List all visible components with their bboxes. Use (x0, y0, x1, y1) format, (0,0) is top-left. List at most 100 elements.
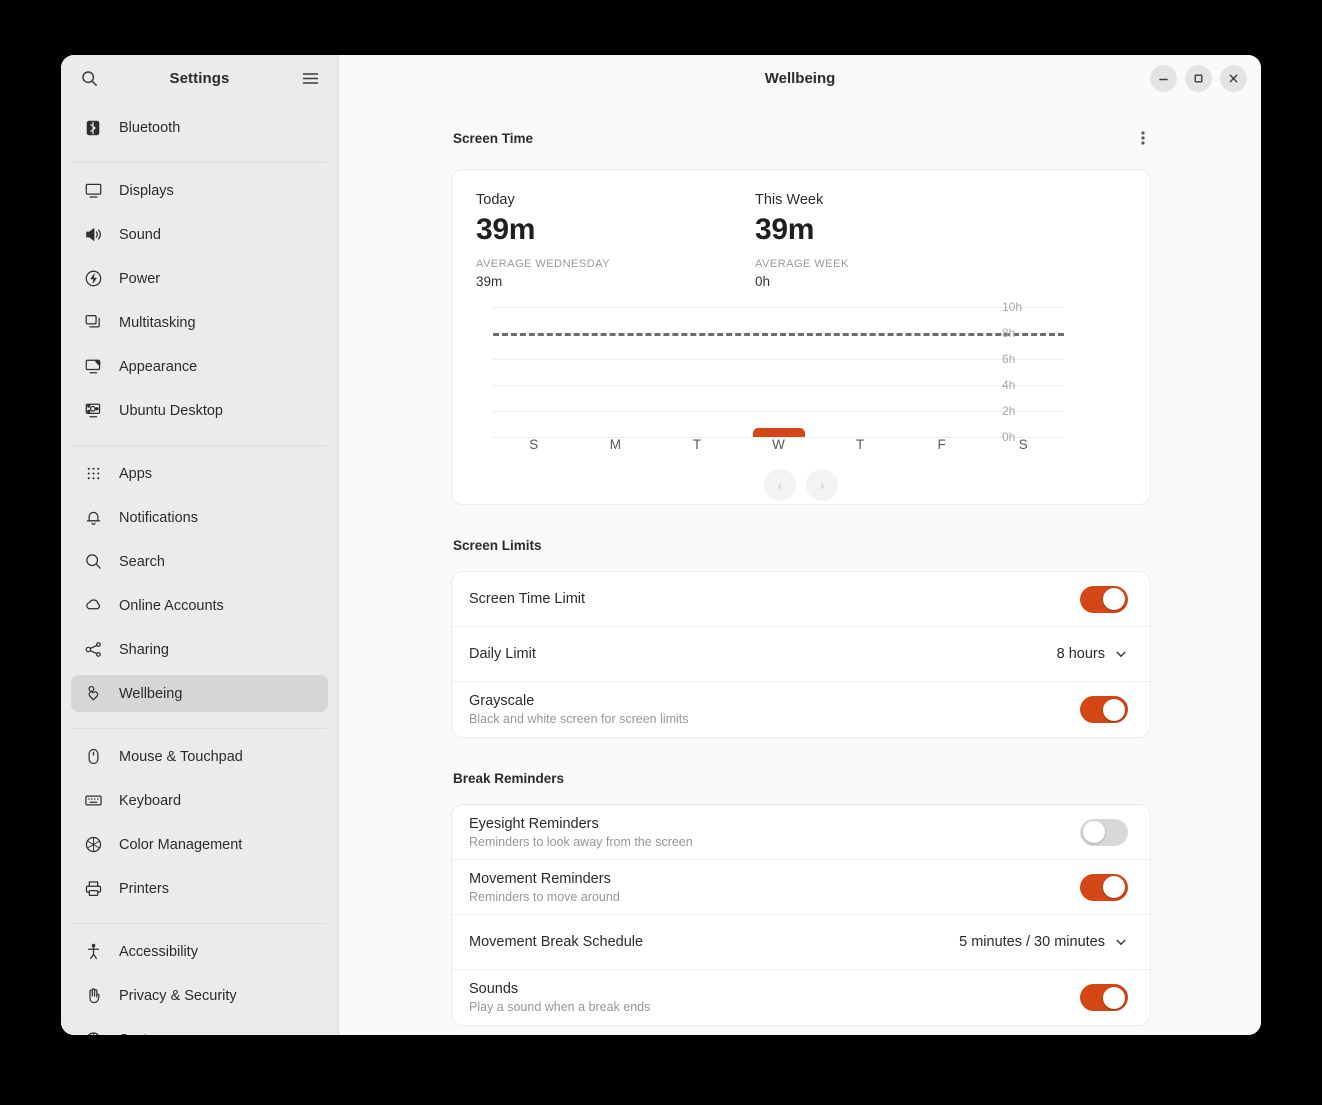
stat-week-value: 39m (755, 213, 815, 246)
chart-bar-cell[interactable] (575, 307, 657, 437)
hamburger-menu-icon[interactable] (299, 68, 321, 90)
dropdown-button[interactable]: 8 hours (1057, 646, 1128, 662)
chart-x-tick-label: M (609, 437, 621, 452)
sidebar-item-color-management[interactable]: Color Management (71, 826, 328, 863)
settings-row-sounds[interactable]: Sounds Play a sound when a break ends (452, 970, 1150, 1025)
sidebar-item-label: Apps (119, 465, 153, 482)
sidebar-group: Bluetooth (71, 106, 328, 156)
screen-limits-title: Screen Limits (453, 538, 542, 553)
settings-row-eyesight-reminders[interactable]: Eyesight Reminders Reminders to look away… (452, 805, 1150, 860)
settings-row-screen-time-limit[interactable]: Screen Time Limit (452, 572, 1150, 627)
minimize-icon[interactable] (1150, 65, 1177, 92)
row-subtitle: Reminders to look away from the screen (469, 834, 693, 849)
chart-navigation: ‹ › (476, 469, 1126, 501)
sidebar-item-label: Notifications (119, 509, 198, 526)
sidebar-item-search[interactable]: Search (71, 543, 328, 580)
sidebar-item-label: Privacy & Security (119, 987, 237, 1004)
sidebar-item-power[interactable]: Power (71, 260, 328, 297)
settings-window: Settings Bluetooth Displays Sound Power Mult… (61, 55, 1261, 1035)
sidebar-item-multitasking[interactable]: Multitasking (71, 304, 328, 341)
settings-row-movement-reminders[interactable]: Movement Reminders Reminders to move arou… (452, 860, 1150, 915)
chevron-left-icon[interactable]: ‹ (764, 469, 796, 501)
settings-row-movement-break-schedule[interactable]: Movement Break Schedule 5 minutes / 30 mi… (452, 915, 1150, 970)
sidebar-item-label: System (119, 1032, 167, 1036)
kebab-menu-icon[interactable] (1131, 126, 1155, 150)
chart-bar-cell[interactable] (819, 307, 901, 437)
sidebar-item-label: Multitasking (119, 314, 196, 331)
sidebar-item-accessibility[interactable]: Accessibility (71, 933, 328, 970)
sidebar-item-label: Color Management (119, 836, 243, 853)
sidebar-item-mouse-touchpad[interactable]: Mouse & Touchpad (71, 738, 328, 775)
chart-bar-cell[interactable] (656, 307, 738, 437)
settings-row-daily-limit[interactable]: Daily Limit 8 hours (452, 627, 1150, 682)
screen-limits-section-header: Screen Limits (451, 538, 1151, 553)
sidebar-item-bluetooth[interactable]: Bluetooth (71, 109, 328, 146)
sidebar-item-notifications[interactable]: Notifications (71, 499, 328, 536)
sidebar-item-displays[interactable]: Displays (71, 172, 328, 209)
bell-icon (83, 508, 103, 528)
sidebar-item-keyboard[interactable]: Keyboard (71, 782, 328, 819)
chart-x-tick-label: T (855, 437, 865, 452)
search-icon (83, 552, 103, 572)
sidebar-divider (73, 728, 326, 729)
settings-row-grayscale[interactable]: Grayscale Black and white screen for scre… (452, 682, 1150, 737)
stat-week-average-label: AVERAGE WEEK (755, 258, 849, 270)
wellbeing-heart-icon (83, 684, 103, 704)
sidebar-item-label: Keyboard (119, 792, 182, 809)
sidebar-item-online-accounts[interactable]: Online Accounts (71, 587, 328, 624)
sidebar-header: Settings (61, 55, 338, 102)
sidebar-item-sharing[interactable]: Sharing (71, 631, 328, 668)
main-area: Wellbeing Screen Time Today 39m AVERAGE … (339, 55, 1261, 1035)
maximize-icon[interactable] (1185, 65, 1212, 92)
cloud-icon (83, 596, 103, 616)
sidebar-item-privacy-security[interactable]: Privacy & Security (71, 977, 328, 1014)
toggle-switch[interactable] (1080, 818, 1128, 846)
toggle-switch[interactable] (1080, 696, 1128, 723)
screen-time-bar-chart: 0h 2h 4h 6h 8h 10h SMTWTFS (476, 300, 1126, 452)
sidebar: Settings Bluetooth Displays Sound Power Mult… (61, 55, 339, 1035)
row-title: Screen Time Limit (469, 591, 586, 607)
sidebar-item-ubuntu-desktop[interactable]: Ubuntu Desktop (71, 392, 328, 429)
sidebar-item-apps[interactable]: Apps (71, 455, 328, 492)
sidebar-divider (73, 923, 326, 924)
chevron-down-icon (1114, 935, 1128, 949)
display-icon (83, 181, 103, 201)
stat-today-average-label: AVERAGE WEDNESDAY (476, 258, 611, 270)
chart-bar-cell[interactable] (493, 307, 575, 437)
chevron-right-icon[interactable]: › (806, 469, 838, 501)
chart-x-tick-label: S (529, 437, 539, 452)
sidebar-item-sound[interactable]: Sound (71, 216, 328, 253)
keyboard-icon (83, 791, 103, 811)
chart-bar-cell[interactable] (982, 307, 1064, 437)
sidebar-title: Settings (169, 70, 230, 87)
break-reminders-title: Break Reminders (453, 771, 565, 786)
close-icon[interactable] (1220, 65, 1247, 92)
sidebar-group: Mouse & Touchpad Keyboard Color Management… (71, 735, 328, 917)
break-reminders-card: Eyesight Reminders Reminders to look away… (451, 804, 1151, 1026)
stat-week-label: This Week (755, 192, 824, 208)
sidebar-item-label: Bluetooth (119, 119, 181, 136)
sidebar-item-label: Power (119, 270, 161, 287)
sidebar-item-wellbeing[interactable]: Wellbeing (71, 675, 328, 712)
sidebar-item-appearance[interactable]: Appearance (71, 348, 328, 385)
sidebar-item-printers[interactable]: Printers (71, 870, 328, 907)
stat-today-label: Today (476, 192, 515, 208)
toggle-switch[interactable] (1080, 585, 1128, 613)
window-titlebar: Wellbeing (339, 55, 1261, 102)
sidebar-item-system[interactable]: System (71, 1021, 328, 1035)
search-icon[interactable] (78, 68, 100, 90)
toggle-switch[interactable] (1080, 873, 1128, 901)
chart-bar (752, 428, 805, 437)
toggle-knob (1083, 821, 1105, 843)
chart-bar-cell[interactable] (901, 307, 983, 437)
toggle-knob (1103, 588, 1125, 610)
sidebar-nav-list[interactable]: Bluetooth Displays Sound Power Multitasking A… (61, 102, 338, 1035)
sidebar-item-label: Sharing (119, 641, 169, 658)
chart-x-tick-label: W (772, 437, 785, 452)
dropdown-button[interactable]: 5 minutes / 30 minutes (959, 934, 1128, 950)
row-text-block: Sounds Play a sound when a break ends (469, 981, 1080, 1014)
toggle-switch[interactable] (1080, 984, 1128, 1011)
chart-bar-cell[interactable] (738, 307, 820, 437)
power-icon (83, 269, 103, 289)
row-subtitle: Play a sound when a break ends (469, 1000, 651, 1014)
